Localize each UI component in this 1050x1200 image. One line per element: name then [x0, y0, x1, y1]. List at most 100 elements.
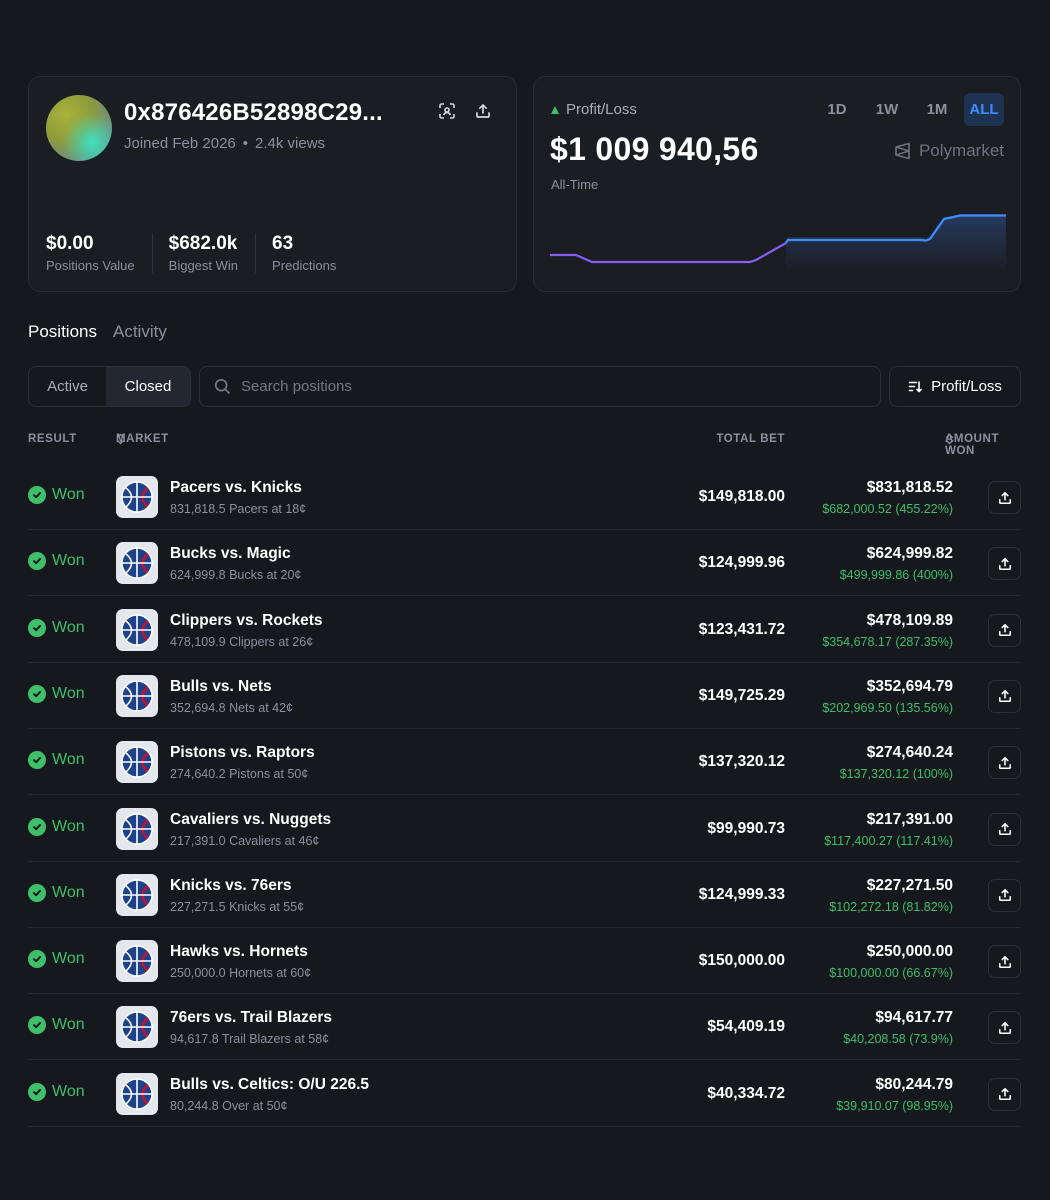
pnl-area: [786, 215, 1006, 273]
check-circle-icon: [28, 486, 46, 504]
sort-profit-loss-button[interactable]: Profit/Loss: [889, 366, 1021, 407]
result-won: Won: [28, 618, 85, 637]
total-bet: $99,990.73: [707, 819, 785, 837]
filter-active-button[interactable]: Active: [29, 367, 106, 406]
qr-scan-icon[interactable]: [435, 99, 459, 123]
basketball-league-icon: [116, 873, 158, 916]
share-icon: [998, 822, 1011, 836]
result-label: Won: [52, 883, 85, 901]
share-position-button[interactable]: [988, 812, 1021, 846]
table-header: RESULT MARKET TOTAL BET AMOUNT WON: [0, 433, 1050, 457]
amount-won: $80,244.79: [875, 1075, 953, 1093]
share-position-button[interactable]: [988, 613, 1021, 647]
up-triangle-icon: [551, 105, 559, 114]
share-position-button[interactable]: [988, 481, 1021, 514]
result-won: Won: [28, 684, 85, 703]
market-title[interactable]: Bulls vs. Celtics: O/U 226.5: [170, 1076, 369, 1094]
share-position-button[interactable]: [988, 878, 1021, 912]
market-title[interactable]: Bucks vs. Magic: [170, 545, 291, 563]
header-market-label: MARKET: [116, 433, 169, 445]
range-1w[interactable]: 1W: [864, 93, 910, 126]
profit-gain: $682,000.52 (455.22%): [822, 502, 953, 516]
market-title[interactable]: Pistons vs. Raptors: [170, 744, 315, 762]
market-title[interactable]: Clippers vs. Rockets: [170, 612, 322, 630]
market-title[interactable]: Hawks vs. Hornets: [170, 943, 308, 961]
share-position-button[interactable]: [988, 945, 1021, 979]
profit-gain: $202,969.50 (135.56%): [822, 700, 953, 715]
stat-value: $682.0k: [168, 233, 238, 254]
amount-won: $831,818.52: [866, 479, 953, 496]
market-position-detail: 250,000.0 Hornets at 60¢: [170, 966, 312, 981]
brand-name: Polymarket: [918, 141, 1004, 160]
table-row[interactable]: Won Pistons vs. Raptors 274,640.2 Piston…: [28, 729, 1021, 796]
table-row[interactable]: Won Bulls vs. Nets 352,694.8 Nets at 42¢…: [28, 663, 1021, 729]
market-position-detail: 227,271.5 Knicks at 55¢: [170, 899, 305, 914]
market-title[interactable]: Bulls vs. Nets: [170, 678, 272, 696]
pnl-label: Profit/Loss: [551, 101, 637, 118]
check-circle-icon: [28, 883, 46, 902]
profile-stats: $0.00 Positions Value $682.0k Biggest Wi…: [46, 233, 369, 273]
result-won: Won: [28, 552, 85, 571]
stat-value: 63: [272, 233, 294, 254]
basketball-league-icon: [116, 542, 158, 585]
range-1d[interactable]: 1D: [814, 93, 860, 126]
table-row[interactable]: Won Clippers vs. Rockets 478,109.9 Clipp…: [28, 597, 1021, 663]
header-total-bet: TOTAL BET: [716, 433, 785, 445]
table-row[interactable]: Won Knicks vs. 76ers 227,271.5 Knicks at…: [28, 862, 1021, 928]
pnl-chart: [550, 214, 1006, 273]
header-amount-won[interactable]: AMOUNT WON: [945, 433, 998, 457]
table-row[interactable]: Won Bulls vs. Celtics: O/U 226.5 80,244.…: [28, 1061, 1021, 1127]
market-title[interactable]: Pacers vs. Knicks: [170, 479, 302, 497]
filter-closed-button[interactable]: Closed: [106, 367, 190, 406]
table-row[interactable]: Won Hawks vs. Hornets 250,000.0 Hornets …: [28, 928, 1021, 995]
range-all[interactable]: ALL: [964, 93, 1004, 126]
table-row[interactable]: Won Bucks vs. Magic 624,999.8 Bucks at 2…: [28, 530, 1021, 597]
tab-positions[interactable]: Positions: [28, 322, 97, 342]
table-row[interactable]: Won Cavaliers vs. Nuggets 217,391.0 Cava…: [28, 796, 1021, 862]
total-bet: $124,999.96: [698, 554, 785, 572]
check-circle-icon: [28, 1082, 46, 1101]
market-position-detail: 217,391.0 Cavaliers at 46¢: [170, 833, 320, 848]
result-won: Won: [28, 1082, 85, 1101]
market-title[interactable]: 76ers vs. Trail Blazers: [170, 1009, 332, 1027]
joined-date: Joined Feb 2026: [124, 135, 236, 152]
result-won: Won: [28, 817, 85, 836]
profit-gain: $100,000.00 (66.67%): [829, 966, 953, 981]
market-title[interactable]: Cavaliers vs. Nuggets: [170, 811, 331, 829]
header-market[interactable]: MARKET: [116, 433, 168, 445]
amount-won: $227,271.50: [866, 876, 953, 894]
table-row[interactable]: Won 76ers vs. Trail Blazers 94,617.8 Tra…: [28, 994, 1021, 1061]
total-bet: $149,818.00: [698, 488, 785, 505]
profit-gain: $137,320.12 (100%): [839, 767, 953, 782]
search-input[interactable]: [241, 378, 841, 395]
joined-line: Joined Feb 2026 • 2.4k views: [124, 135, 326, 152]
view-count: 2.4k views: [255, 135, 326, 152]
result-won: Won: [28, 1016, 85, 1035]
table-row[interactable]: Won Pacers vs. Knicks 831,818.5 Pacers a…: [28, 464, 1021, 530]
amount-won: $352,694.79: [866, 677, 953, 695]
amount-won: $250,000.00: [866, 943, 953, 961]
share-position-button[interactable]: [988, 746, 1021, 780]
share-position-button[interactable]: [988, 1077, 1021, 1111]
share-icon: [998, 889, 1011, 902]
share-icon: [998, 624, 1011, 637]
range-1m[interactable]: 1M: [914, 93, 960, 126]
total-bet: $149,725.29: [698, 686, 785, 704]
result-label: Won: [52, 486, 85, 503]
tab-activity[interactable]: Activity: [113, 322, 167, 342]
share-icon[interactable]: [471, 99, 495, 123]
check-circle-icon: [28, 817, 46, 836]
share-position-button[interactable]: [988, 679, 1021, 713]
pnl-line-negative: [550, 242, 787, 264]
share-position-button[interactable]: [988, 1011, 1021, 1045]
market-position-detail: 352,694.8 Nets at 42¢: [170, 700, 294, 715]
market-position-detail: 80,244.8 Over at 50¢: [170, 1098, 288, 1113]
basketball-league-icon: [116, 476, 158, 518]
stat-label: Predictions: [272, 258, 337, 273]
share-position-button[interactable]: [988, 547, 1021, 581]
share-icon: [998, 756, 1011, 769]
result-label: Won: [52, 1082, 85, 1100]
market-title[interactable]: Knicks vs. 76ers: [170, 877, 292, 895]
amount-won: $624,999.82: [866, 545, 953, 563]
check-circle-icon: [28, 751, 46, 770]
